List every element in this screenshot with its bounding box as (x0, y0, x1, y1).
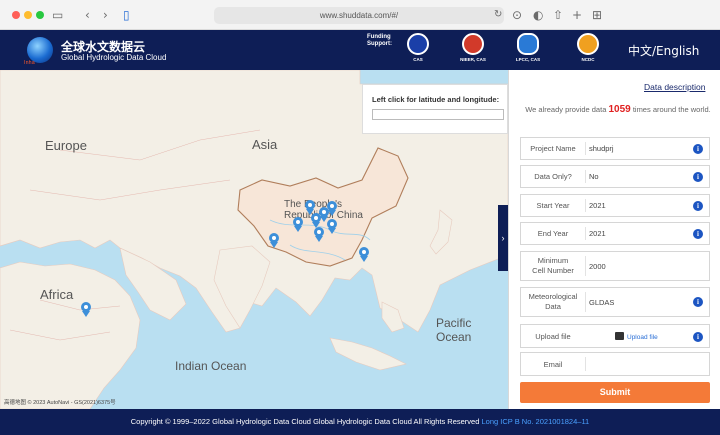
funding-label-line2: Support: (367, 41, 392, 47)
sponsor-label: CAS (413, 57, 423, 62)
email-field[interactable]: Email (520, 352, 710, 376)
project-name-field[interactable]: Project Name shudprj i (520, 137, 710, 160)
funding-label: Funding Support: (367, 34, 392, 48)
minimum-cell-field[interactable]: Minimum Cell Number 2000 (520, 251, 710, 281)
location-pin-icon[interactable] (292, 216, 304, 232)
meteorological-data-field[interactable]: Meteorological Data GLDAS i (520, 287, 710, 317)
end-year-input[interactable]: 2021 (589, 229, 606, 238)
minimum-cell-input[interactable]: 2000 (589, 262, 606, 271)
usage-stats-suffix: times around the world. (632, 105, 711, 114)
funding-label-line1: Funding (367, 34, 391, 40)
meteorological-data-select[interactable]: GLDAS (589, 298, 614, 307)
info-icon[interactable]: i (693, 297, 703, 307)
sponsor-label: NCDC (581, 57, 595, 62)
share-icon[interactable]: ⇧ (553, 7, 563, 23)
location-pin-icon[interactable] (313, 226, 325, 242)
info-icon[interactable]: i (693, 332, 703, 342)
upload-file-button[interactable]: Upload file (615, 332, 658, 341)
field-label: Upload file (535, 332, 571, 341)
coordinate-field[interactable] (372, 109, 504, 120)
download-icon[interactable]: ⊙ (512, 7, 522, 23)
ncdc-logo-icon (577, 33, 599, 55)
page-icon: ▯ (123, 8, 130, 22)
map-label-indian-ocean: Indian Ocean (175, 359, 247, 373)
map-label-asia: Asia (252, 137, 278, 152)
shield-icon[interactable]: ◐ (533, 7, 543, 23)
cas-logo-icon (407, 33, 429, 55)
field-label: Data Only? (534, 172, 572, 181)
location-pin-icon[interactable] (326, 218, 338, 234)
icp-link[interactable]: Long ICP B No. 2021001824–11 (482, 417, 590, 426)
upload-icon (615, 332, 624, 340)
map-label-europe: Europe (45, 138, 87, 153)
back-icon[interactable]: ‹ (85, 7, 90, 23)
field-label: Minimum Cell Number (532, 256, 574, 275)
field-label: Start Year (536, 201, 570, 210)
field-label: Meteorological Data (528, 292, 578, 311)
end-year-field[interactable]: End Year 2021 i (520, 222, 710, 245)
coordinate-panel: Left click for latitude and longitude: (362, 84, 508, 134)
usage-stats-prefix: We already provide data (525, 105, 607, 114)
map-label-pacific-ocean: Pacific Ocean (436, 316, 472, 344)
sponsor-label: LPCC, CAS (515, 57, 541, 62)
data-only-field[interactable]: Data Only? No i (520, 165, 710, 188)
language-switch[interactable]: 中文/English (628, 42, 699, 59)
location-pin-icon[interactable] (358, 246, 370, 262)
lpcc-logo-icon (517, 33, 539, 55)
info-icon[interactable]: i (693, 172, 703, 182)
usage-count: 1059 (608, 104, 631, 115)
data-description-link[interactable]: Data description (644, 82, 705, 92)
start-year-field[interactable]: Start Year 2021 i (520, 194, 710, 217)
sponsor-cas[interactable]: CAS (398, 33, 438, 62)
field-label: Project Name (530, 144, 576, 153)
copyright-text: Copyright © 1999–2022 Global Hydrologic … (130, 417, 480, 426)
reload-icon[interactable]: ↻ (494, 7, 502, 23)
nieer-logo-icon (462, 33, 484, 55)
map-label-africa: Africa (40, 287, 74, 302)
map-view[interactable]: Europe Asia The People's Republic of Chi… (0, 70, 508, 409)
site-footer: Copyright © 1999–2022 Global Hydrologic … (0, 409, 720, 435)
map-attribution: 高德地图 © 2023 AutoNavi - GS(2021)6375号 (4, 400, 116, 406)
data-only-select[interactable]: No (589, 172, 599, 181)
sponsor-ncdc[interactable]: NCDC (568, 33, 608, 62)
info-icon[interactable]: i (693, 144, 703, 154)
location-pin-icon[interactable] (326, 200, 338, 216)
info-icon[interactable]: i (693, 229, 703, 239)
submit-button[interactable]: Submit (520, 382, 710, 403)
start-year-input[interactable]: 2021 (589, 201, 606, 210)
url-bar[interactable]: www.shuddata.com/#/ (214, 7, 504, 24)
url-text: www.shuddata.com/#/ (319, 11, 399, 20)
upload-file-field: Upload file Upload file i (520, 324, 710, 348)
window-minimize-button[interactable] (24, 11, 32, 19)
location-pin-icon[interactable] (268, 232, 280, 248)
sponsor-lpcc[interactable]: LPCC, CAS (508, 33, 548, 62)
browser-toolbar: ▭ ‹ › ▯ www.shuddata.com/#/ ↻ ⊙ ◐ ⇧ + ⊞ (0, 0, 720, 30)
sponsor-nieer[interactable]: NIEER, CAS (453, 33, 493, 62)
request-form-panel: Data description We already provide data… (508, 70, 720, 409)
window-close-button[interactable] (12, 11, 20, 19)
field-label: Email (543, 360, 563, 369)
coordinate-prompt: Left click for latitude and longitude: (372, 95, 500, 104)
tab-overview-icon[interactable]: ⊞ (592, 7, 602, 23)
sponsor-label: NIEER, CAS (460, 57, 486, 62)
panel-collapse-chevron-icon[interactable]: › (498, 205, 508, 271)
site-title-en: Global Hydrologic Data Cloud (61, 53, 167, 62)
new-tab-icon[interactable]: + (572, 7, 582, 23)
site-header: Inha 全球水文数据云 Global Hydrologic Data Clou… (0, 30, 720, 70)
logo-text: Inha (24, 60, 35, 66)
project-name-input[interactable]: shudprj (589, 144, 614, 153)
window-maximize-button[interactable] (36, 11, 44, 19)
field-label: End Year (537, 229, 569, 238)
usage-stats: We already provide data 1059 times aroun… (523, 104, 713, 115)
info-icon[interactable]: i (693, 201, 703, 211)
sidebar-toggle-icon[interactable]: ▭ (52, 7, 63, 23)
upload-file-button-label: Upload file (627, 334, 658, 341)
location-pin-icon[interactable] (80, 301, 92, 317)
forward-icon[interactable]: › (103, 7, 108, 23)
